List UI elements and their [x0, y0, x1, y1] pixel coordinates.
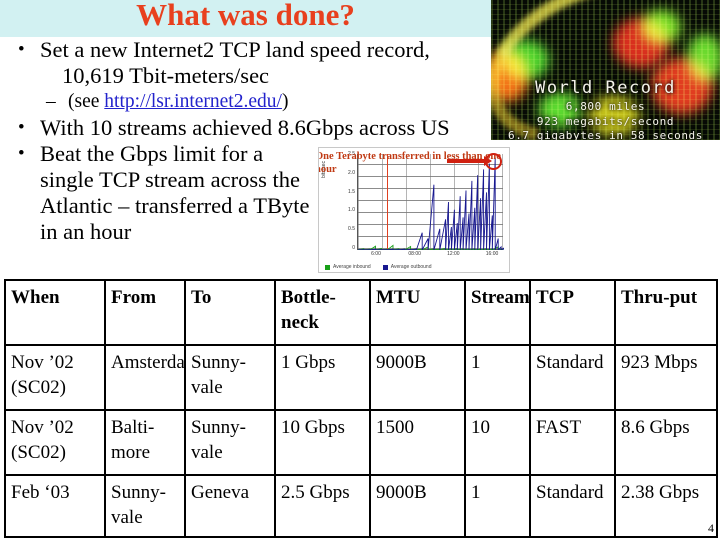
- legend-label: Average inbound: [333, 264, 371, 270]
- column-header-bottleneck: Bottle-neck: [274, 279, 371, 346]
- world-record-distance: 6,800 miles: [565, 100, 646, 113]
- world-record-volume: 6.7 gigabytes in 58 seconds: [507, 129, 703, 140]
- bullet-item-3: Beat the Gbps limit for a single TCP str…: [6, 141, 321, 245]
- cell-bottleneck: 2.5 Gbps: [274, 474, 371, 538]
- chart-x-tick: 16:00: [485, 251, 499, 257]
- cell-when: Feb ‘03: [4, 474, 106, 538]
- cell-bottleneck: 10 Gbps: [274, 409, 371, 476]
- throughput-chart: bits/sec 2.5 2.0 1.5 1.0 0.5 0 6:00 08:00 12:00 1…: [318, 147, 510, 273]
- chart-annotation-arrow: [447, 156, 492, 166]
- column-header-from: From: [104, 279, 186, 346]
- legend-label: Average outbound: [390, 264, 432, 270]
- cell-tcp: FAST: [529, 409, 616, 476]
- cell-tcp: Standard: [529, 344, 616, 411]
- column-header-thruput: Thru-put: [614, 279, 718, 346]
- chart-series-line: [358, 157, 504, 250]
- chart-x-tick: 12:00: [447, 251, 460, 257]
- cell-streams: 1: [464, 474, 531, 538]
- slide: What was done? World Record 6,800 miles …: [0, 0, 720, 540]
- chart-legend: Average inbound Average outbound: [325, 264, 432, 270]
- legend-swatch: [382, 264, 388, 270]
- legend-swatch: [325, 264, 330, 270]
- page-number: 4: [708, 521, 714, 535]
- cell-when: Nov ’02 (SC02): [4, 344, 106, 411]
- cell-streams: 10: [464, 409, 531, 476]
- cell-from: Amsterdam: [104, 344, 186, 411]
- cell-to: Sunny-vale: [184, 409, 276, 476]
- chart-marker-vline: [387, 154, 388, 249]
- column-header-when: When: [4, 279, 106, 346]
- lsr-internet2-link[interactable]: http://lsr.internet2.edu/: [104, 91, 282, 112]
- cell-to: Geneva: [184, 474, 276, 538]
- chart-y-tick: 1.5: [348, 188, 355, 195]
- cell-mtu: 9000B: [369, 344, 466, 411]
- chart-plot-area: 2.5 2.0 1.5 1.0 0.5 0 6:00 08:00 12:00 16:00: [348, 151, 504, 257]
- column-header-mtu: MTU: [369, 279, 466, 346]
- chart-x-tick: 6:00: [371, 251, 381, 257]
- bullet-item-2: With 10 streams achieved 8.6Gbps across …: [6, 115, 496, 141]
- column-header-to: To: [184, 279, 276, 346]
- column-header-streams: Streams: [464, 279, 531, 346]
- table-row: Nov ’02 (SC02) Balti-more Sunny-vale 10 …: [4, 409, 718, 476]
- cell-from: Balti-more: [104, 409, 186, 476]
- chart-y-tick: 0.5: [348, 226, 355, 233]
- table-row: Nov ’02 (SC02) Amsterdam Sunny-vale 1 Gb…: [4, 344, 718, 411]
- cell-mtu: 9000B: [369, 474, 466, 538]
- cell-bottleneck: 1 Gbps: [274, 344, 371, 411]
- cell-thruput: 923 Mbps: [614, 344, 718, 411]
- cell-thruput: 2.38 Gbps: [614, 474, 718, 538]
- chart-y-tick: 2.0: [348, 169, 355, 176]
- chart-series-svg: [358, 157, 504, 250]
- world-record-heading: World Record: [535, 78, 676, 98]
- table-header-row: When From To Bottle-neck MTU Streams TCP…: [4, 279, 718, 346]
- chart-y-tick: 2.5: [348, 151, 355, 157]
- cell-to: Sunny-vale: [184, 344, 276, 411]
- bullet-1-line-2: 10,619 Tbit-meters/sec: [62, 63, 270, 88]
- bullet-sub-item-1: (see http://lsr.internet2.edu/): [6, 89, 496, 115]
- chart-y-tick: 0: [352, 245, 355, 251]
- chart-annotation-circle: [485, 153, 502, 170]
- world-record-image: World Record 6,800 miles 923 megabits/se…: [491, 0, 720, 140]
- table-row: Feb ‘03 Sunny-vale Geneva 2.5 Gbps 9000B…: [4, 474, 718, 538]
- chart-y-tick: 1.0: [348, 207, 355, 214]
- bullet-1-line-1: Set a new Internet2 TCP land speed recor…: [40, 37, 430, 62]
- chart-y-axis-label: bits/sec: [321, 161, 327, 178]
- column-header-tcp: TCP: [529, 279, 616, 346]
- cell-thruput: 8.6 Gbps: [614, 409, 718, 476]
- sub-item-prefix: (see: [68, 91, 105, 112]
- chart-legend-item: Average inbound: [325, 264, 371, 270]
- chart-x-tick: 08:00: [408, 251, 421, 257]
- chart-legend-item: Average outbound: [382, 264, 432, 270]
- cell-mtu: 1500: [369, 409, 466, 476]
- sub-item-suffix: ): [281, 91, 289, 112]
- cell-streams: 1: [464, 344, 531, 411]
- page-title: What was done?: [136, 0, 355, 32]
- cell-when: Nov ’02 (SC02): [4, 409, 106, 476]
- cell-from: Sunny-vale: [104, 474, 186, 538]
- bullet-item-1: Set a new Internet2 TCP land speed recor…: [6, 37, 496, 89]
- cell-tcp: Standard: [529, 474, 616, 538]
- results-table: When From To Bottle-neck MTU Streams TCP…: [4, 279, 718, 538]
- world-record-rate: 923 megabits/second: [536, 115, 675, 128]
